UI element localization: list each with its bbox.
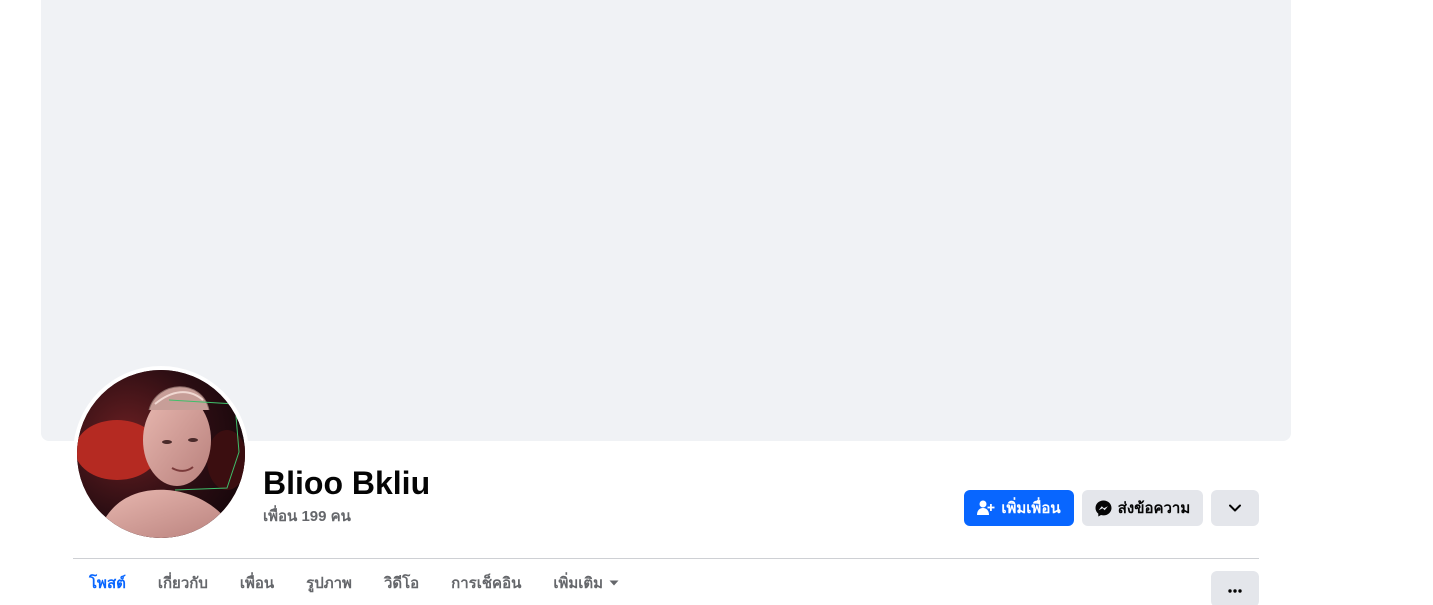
tab-checkins[interactable]: การเช็คอิน — [435, 560, 537, 605]
tab-posts-label: โพสต์ — [89, 574, 126, 592]
tab-friends[interactable]: เพื่อน — [224, 560, 290, 605]
add-friend-button[interactable]: เพิ่มเพื่อน — [964, 490, 1074, 526]
send-message-button[interactable]: ส่งข้อความ — [1082, 490, 1203, 526]
send-message-label: ส่งข้อความ — [1117, 500, 1191, 517]
tab-videos[interactable]: วิดีโอ — [368, 560, 435, 605]
profile-tabs: โพสต์ เกี่ยวกับ เพื่อน รูปภาพ วิดีโอ การ… — [73, 560, 635, 605]
tab-posts[interactable]: โพสต์ — [73, 560, 142, 605]
profile-divider — [73, 558, 1259, 559]
friend-count[interactable]: เพื่อน 199 คน — [263, 507, 351, 527]
tab-more[interactable]: เพิ่มเติม — [537, 560, 635, 605]
tab-photos[interactable]: รูปภาพ — [290, 560, 368, 605]
tab-photos-label: รูปภาพ — [306, 574, 352, 592]
profile-name: Blioo Bkliu — [263, 465, 431, 501]
chevron-down-icon — [1229, 504, 1241, 512]
profile-picture[interactable] — [77, 370, 245, 538]
tabs-overflow-button[interactable] — [1211, 571, 1259, 605]
tab-friends-label: เพื่อน — [239, 574, 275, 592]
messenger-icon — [1095, 500, 1112, 517]
add-friend-label: เพิ่มเพื่อน — [1001, 500, 1061, 517]
profile-picture-frame — [73, 366, 249, 542]
tab-about[interactable]: เกี่ยวกับ — [142, 560, 224, 605]
tab-checkins-label: การเช็คอิน — [451, 574, 522, 592]
profile-more-button[interactable] — [1211, 490, 1259, 526]
cover-photo[interactable] — [41, 0, 1291, 441]
caret-down-icon — [609, 580, 619, 586]
person-add-icon — [977, 500, 995, 516]
tab-videos-label: วิดีโอ — [383, 574, 420, 592]
tab-about-label: เกี่ยวกับ — [157, 574, 208, 592]
tab-more-label: เพิ่มเติม — [553, 574, 604, 592]
ellipsis-icon — [1228, 580, 1242, 598]
profile-page: Blioo Bkliu เพื่อน 199 คน เพิ่มเพื่อน ส่… — [0, 0, 1433, 605]
